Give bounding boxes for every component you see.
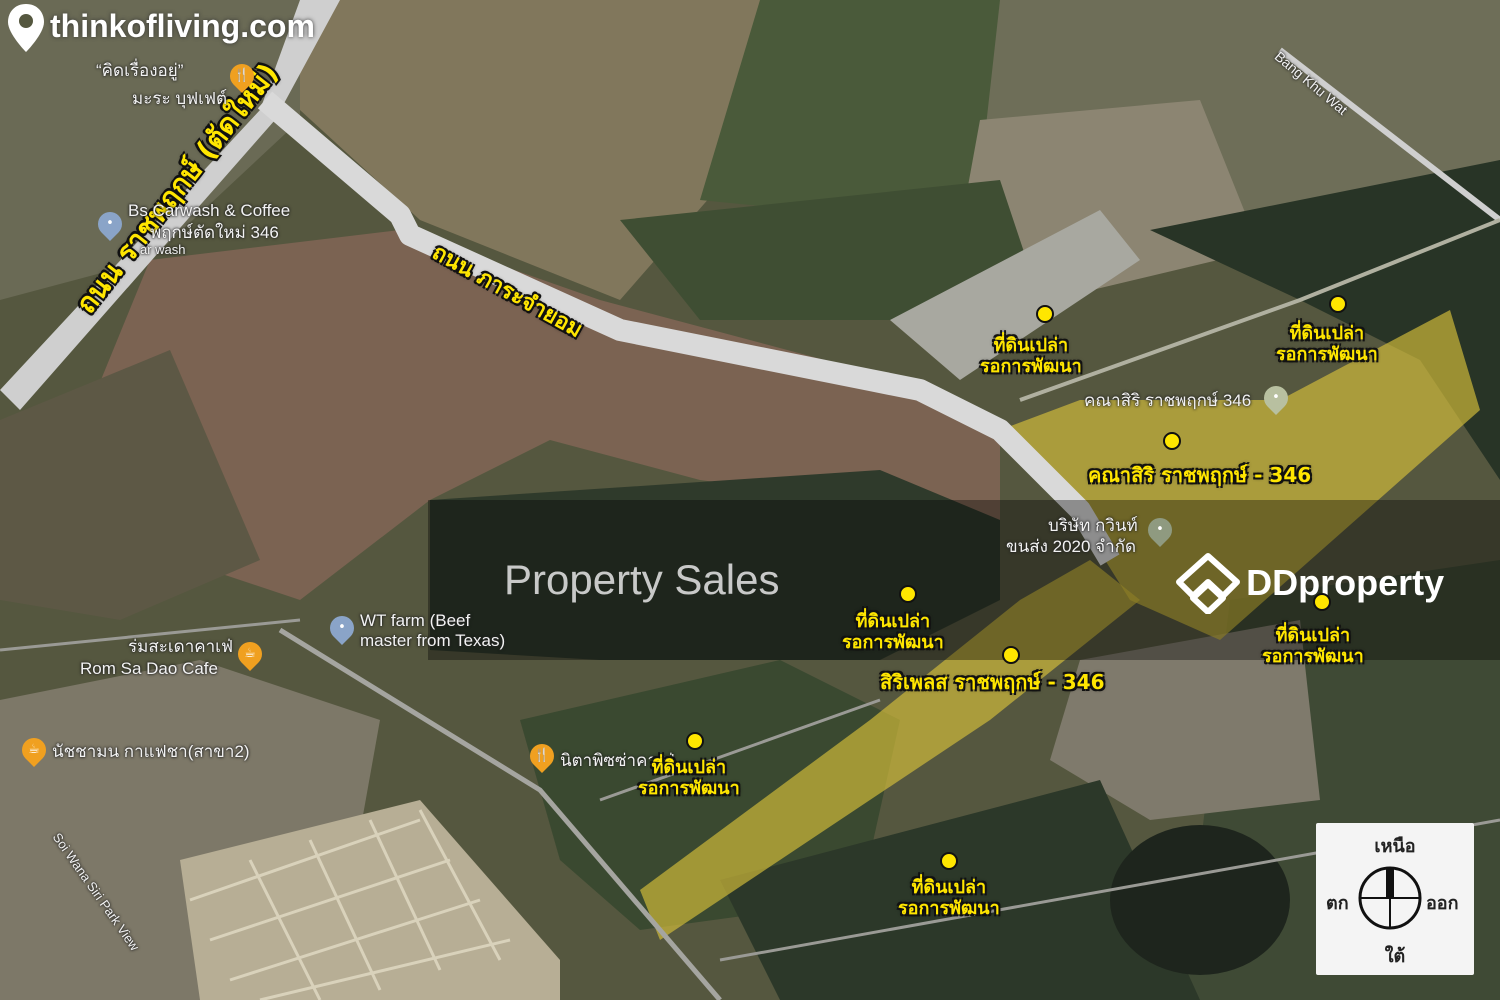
wt-farm-line2: master from Texas) <box>360 631 506 650</box>
compass-east: ออก <box>1426 893 1459 914</box>
vacant-land-label: ที่ดินเปล่า รอการพัฒนา <box>980 335 1082 377</box>
vacant-land-marker[interactable] <box>940 852 958 870</box>
ddproperty-house-icon <box>1176 553 1240 615</box>
vacant-land-marker[interactable] <box>1036 305 1054 323</box>
kanasiri-project-marker[interactable] <box>1163 432 1181 450</box>
brand-text: thinkofliving.com <box>50 8 315 44</box>
vacant-land-label: ที่ดินเปล่า รอการพัฒนา <box>898 877 1000 919</box>
property-sales-watermark: Property Sales <box>504 556 780 603</box>
rom-sa-dao-thai-label: ร่มสะเดาคาเฟ่ <box>128 637 234 656</box>
ddproperty-logo: DDproperty <box>1175 552 1445 615</box>
vacant-land-label: ที่ดินเปล่า รอการพัฒนา <box>842 611 944 653</box>
coffee-cup-icon[interactable]: ☕ <box>17 733 51 767</box>
compass-south: ใต้ <box>1384 946 1406 967</box>
vacant-land-label: ที่ดินเปล่า รอการพัฒนา <box>1276 323 1378 365</box>
company-line2: ขนส่ง 2020 จำกัด <box>1006 537 1137 556</box>
location-pin-icon[interactable]: • <box>1259 381 1293 415</box>
brand-logo[interactable]: thinkofliving.com <box>6 2 315 54</box>
location-pin-icon[interactable]: • <box>1143 513 1177 547</box>
rom-sa-dao-en-label: Rom Sa Dao Cafe <box>80 659 218 678</box>
vacant-land-marker[interactable] <box>686 732 704 750</box>
vacant-land-label: ที่ดินเปล่า รอการพัฒนา <box>1262 625 1364 667</box>
carwash-line3: ar wash <box>140 242 186 257</box>
coffee-cup-icon[interactable]: ☕ <box>233 637 267 671</box>
vacant-land-marker[interactable] <box>899 585 917 603</box>
siriplace-project-marker[interactable] <box>1002 646 1020 664</box>
mara-buffet-label: มะระ บุฟเฟต์ <box>132 89 228 108</box>
siriplace-project-label: สิริเพลส ราชพฤกษ์ - 346 <box>880 670 1105 694</box>
natchamon-label: นัชชามน กาแฟชา(สาขา2) <box>52 742 250 761</box>
location-pin-icon[interactable]: • <box>93 207 127 241</box>
vacant-land-marker[interactable] <box>1313 593 1331 611</box>
compass-west: ตก <box>1326 893 1349 914</box>
vacant-land-label: ที่ดินเปล่า รอการพัฒนา <box>638 757 740 799</box>
kanasiri-project-label: คณาสิริ ราชพฤกษ์ - 346 <box>1088 463 1312 487</box>
location-pin-icon[interactable]: • <box>325 611 359 645</box>
fork-knife-icon[interactable]: 🍴 <box>225 59 259 93</box>
kid-tueng-label: “คิดเรื่องอยู่” <box>96 61 184 80</box>
compass-rose: เหนือ ใต้ ตก ออก <box>1316 823 1474 975</box>
company-line1: บริษัท กวินท์ <box>1048 516 1138 535</box>
kanasiri-poi-label: คณาสิริ ราชพฤกษ์ 346 <box>1084 391 1252 410</box>
ddproperty-text: DDproperty <box>1246 562 1445 603</box>
carwash-line1: Bs Carwash & Coffee <box>128 201 291 220</box>
compass-needle-icon <box>1358 866 1422 930</box>
map-pin-logo-icon <box>8 4 44 52</box>
carwash-line2: พฤกษ์ตัดใหม่ 346 <box>150 223 279 242</box>
fork-knife-icon[interactable]: 🍴 <box>525 739 559 773</box>
vacant-land-marker[interactable] <box>1329 295 1347 313</box>
compass-north: เหนือ <box>1374 836 1416 857</box>
wt-farm-line1: WT farm (Beef <box>360 611 471 630</box>
